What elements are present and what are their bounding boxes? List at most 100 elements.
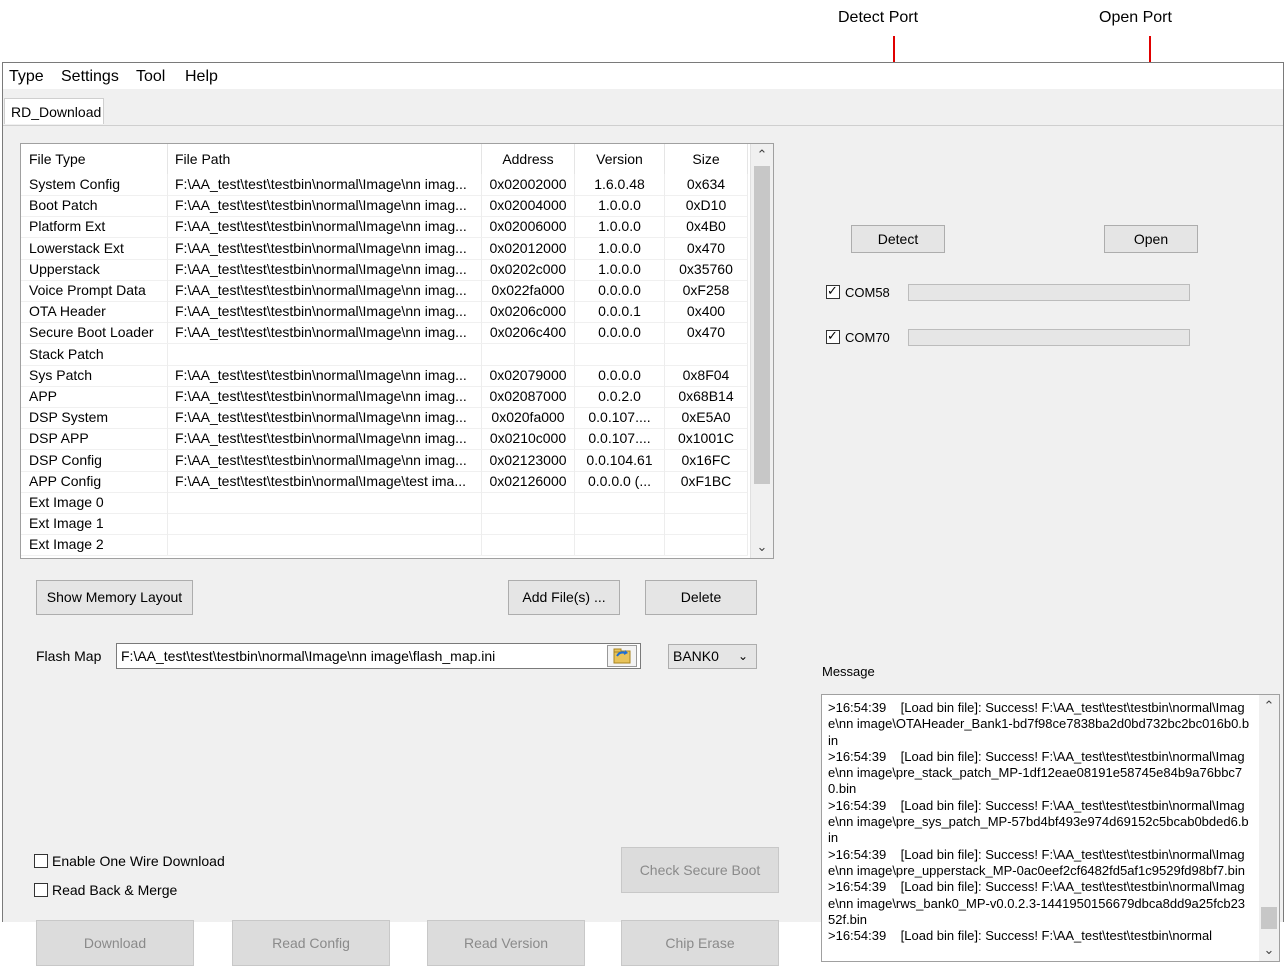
one-wire-checkbox[interactable] (34, 854, 48, 868)
table-row[interactable]: OTA Header F:\AA_test\test\testbin\normal… (21, 301, 748, 324)
file-path-cell: F:\AA_test\test\testbin\normal\Image\nn … (168, 428, 482, 450)
table-row[interactable]: Ext Image 1 (21, 513, 748, 536)
browse-folder-button[interactable] (607, 645, 637, 667)
detect-button[interactable]: Detect (851, 225, 945, 253)
column-header-address[interactable]: Address (482, 144, 575, 174)
table-row[interactable]: DSP APP F:\AA_test\test\testbin\normal\Im… (21, 428, 748, 451)
table-row[interactable]: Boot Patch F:\AA_test\test\testbin\normal… (21, 195, 748, 218)
table-row[interactable]: System Config F:\AA_test\test\testbin\nor… (21, 174, 748, 196)
one-wire-label[interactable]: Enable One Wire Download (52, 853, 225, 869)
table-row[interactable]: DSP System F:\AA_test\test\testbin\normal… (21, 407, 748, 430)
scroll-up-icon[interactable]: ⌃ (1259, 696, 1279, 716)
file-path-cell: F:\AA_test\test\testbin\normal\Image\nn … (168, 364, 482, 386)
size-cell (665, 492, 748, 513)
menu-bar: Type Settings Tool Help (3, 63, 1283, 89)
address-cell: 0x02012000 (482, 237, 575, 259)
size-cell: 0x68B14 (665, 386, 748, 407)
table-row[interactable]: Sys Patch F:\AA_test\test\testbin\normal\… (21, 364, 748, 387)
file-type-cell: Ext Image 2 (21, 534, 168, 556)
table-row[interactable]: Platform Ext F:\AA_test\test\testbin\norm… (21, 216, 748, 239)
file-type-cell: Secure Boot Loader (21, 322, 168, 344)
scroll-thumb[interactable] (1261, 907, 1277, 929)
com58-progress-bar (908, 284, 1190, 301)
file-path-cell: F:\AA_test\test\testbin\normal\Image\nn … (168, 258, 482, 280)
file-type-cell: Upperstack (21, 258, 168, 280)
address-cell: 0x02126000 (482, 470, 575, 492)
file-path-cell: F:\AA_test\test\testbin\normal\Image\nn … (168, 407, 482, 429)
show-memory-layout-button[interactable]: Show Memory Layout (36, 580, 193, 615)
size-cell: 0x634 (665, 174, 748, 195)
flash-map-label: Flash Map (36, 648, 102, 664)
version-cell: 1.0.0.0 (575, 195, 665, 217)
version-cell: 1.0.0.0 (575, 237, 665, 259)
table-row[interactable]: DSP Config F:\AA_test\test\testbin\normal… (21, 449, 748, 472)
bank-select-value: BANK0 (673, 648, 719, 664)
scroll-up-icon[interactable]: ⌃ (751, 145, 773, 165)
read-version-button[interactable]: Read Version (427, 920, 585, 966)
column-header-file-path[interactable]: File Path (168, 144, 482, 174)
file-type-cell: APP Config (21, 470, 168, 492)
scroll-thumb[interactable] (754, 166, 770, 484)
table-row[interactable]: APP F:\AA_test\test\testbin\normal\Image\… (21, 386, 748, 408)
menu-settings[interactable]: Settings (61, 68, 119, 86)
menu-tool[interactable]: Tool (136, 68, 165, 86)
size-cell: 0x8F04 (665, 364, 748, 386)
table-row[interactable]: Secure Boot Loader F:\AA_test\test\testbi… (21, 322, 748, 345)
tab-rd-download[interactable]: RD_Download (4, 98, 104, 124)
file-type-cell: Voice Prompt Data (21, 280, 168, 301)
open-button[interactable]: Open (1104, 225, 1198, 253)
message-line: >16:54:39 [Load bin file]: Success! F:\A… (828, 879, 1246, 927)
file-path-cell (168, 492, 482, 513)
version-cell (575, 492, 665, 513)
read-back-label[interactable]: Read Back & Merge (52, 882, 177, 898)
tab-content: File Type File Path Address Version Size… (3, 125, 1283, 966)
column-header-version[interactable]: Version (575, 144, 665, 174)
app-window: Type Settings Tool Help RD_Download File… (2, 62, 1284, 966)
column-header-file-type[interactable]: File Type (21, 144, 168, 174)
add-files-button[interactable]: Add File(s) ... (508, 580, 620, 615)
com58-label[interactable]: COM58 (845, 285, 890, 300)
chip-erase-button[interactable]: Chip Erase (621, 920, 779, 966)
table-row[interactable]: Voice Prompt Data F:\AA_test\test\testbin… (21, 280, 748, 302)
address-cell: 0x02004000 (482, 195, 575, 217)
read-back-checkbox[interactable] (34, 883, 48, 897)
com70-checkbox[interactable] (826, 328, 840, 344)
address-cell: 0x02006000 (482, 216, 575, 238)
menu-help[interactable]: Help (185, 68, 218, 86)
column-header-size[interactable]: Size (665, 144, 748, 174)
delete-button[interactable]: Delete (645, 580, 757, 615)
file-type-cell: Stack Patch (21, 343, 168, 365)
table-row[interactable]: Ext Image 2 (21, 534, 748, 557)
com58-checkbox[interactable] (826, 283, 840, 299)
message-log-scrollbar[interactable]: ⌃ ⌄ (1259, 695, 1279, 961)
check-secure-boot-button[interactable]: Check Secure Boot (621, 847, 779, 893)
address-cell: 0x0206c400 (482, 322, 575, 344)
file-type-cell: Sys Patch (21, 364, 168, 386)
read-config-button[interactable]: Read Config (232, 920, 390, 966)
table-row[interactable]: APP Config F:\AA_test\test\testbin\normal… (21, 470, 748, 493)
table-row[interactable]: Lowerstack Ext F:\AA_test\test\testbin\no… (21, 237, 748, 260)
menu-type[interactable]: Type (9, 68, 44, 86)
scroll-down-icon[interactable]: ⌄ (751, 537, 773, 557)
size-cell: 0x470 (665, 237, 748, 259)
file-path-cell: F:\AA_test\test\testbin\normal\Image\nn … (168, 322, 482, 344)
bank-select[interactable]: BANK0 ⌄ (668, 644, 757, 669)
com70-label[interactable]: COM70 (845, 330, 890, 345)
size-cell: 0x400 (665, 301, 748, 323)
size-cell: 0xD10 (665, 195, 748, 217)
detect-port-annotation: Detect Port (838, 9, 919, 26)
table-row[interactable]: Ext Image 0 (21, 492, 748, 514)
table-row[interactable]: Stack Patch (21, 343, 748, 366)
address-cell (482, 513, 575, 535)
table-row[interactable]: Upperstack F:\AA_test\test\testbin\normal… (21, 258, 748, 281)
file-table-scrollbar[interactable]: ⌃ ⌄ (750, 144, 773, 558)
size-cell: 0xF258 (665, 280, 748, 301)
file-table[interactable]: File Type File Path Address Version Size… (20, 143, 774, 559)
message-label: Message (822, 664, 875, 679)
message-log[interactable]: >16:54:39 [Load bin file]: Success! F:\A… (821, 694, 1280, 962)
download-button[interactable]: Download (36, 920, 194, 966)
tab-strip (3, 89, 1283, 125)
file-type-cell: Ext Image 1 (21, 513, 168, 535)
flash-map-input[interactable]: F:\AA_test\test\testbin\normal\Image\nn … (116, 643, 641, 669)
scroll-down-icon[interactable]: ⌄ (1259, 940, 1279, 960)
